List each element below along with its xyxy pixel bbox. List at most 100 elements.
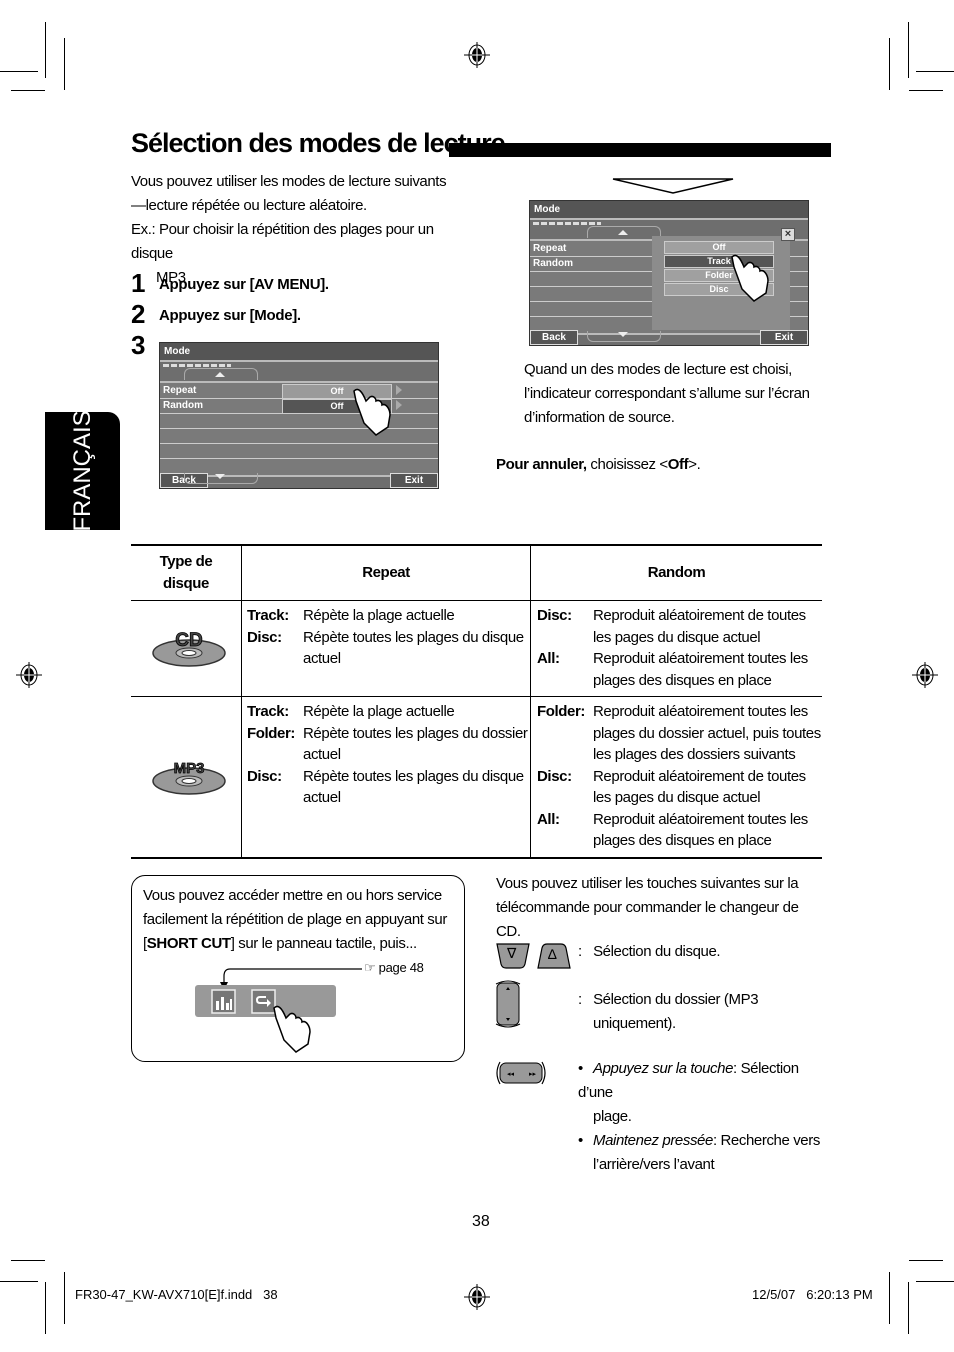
intro-line: Vous pouvez utiliser les modes de lectur… (131, 173, 447, 190)
mode-table: Type de disque Repeat Random CD Track: Ré… (131, 544, 822, 859)
pointing-hand-icon (273, 1005, 311, 1053)
header-repeat: Repeat (242, 546, 531, 600)
table-header-row: Type de disque Repeat Random (131, 546, 822, 601)
footer-filename: FR30-47_KW-AVX710[E]f.indd 38 (75, 1287, 278, 1302)
crop-mark (916, 71, 954, 72)
table-row: CD Track: Répète la plage actuelle Disc: R… (131, 601, 822, 697)
intro-text: Vous pouvez utiliser les modes de lectur… (131, 170, 471, 290)
back-button[interactable]: Back (530, 330, 578, 345)
repeat-cell: Track: Répète la plage actuelle Disc: Répè… (242, 601, 531, 696)
step-number: 1 (131, 268, 146, 298)
disc-label: CD (175, 630, 202, 651)
random-entry: Disc: Reproduit aléatoirement de toutes l… (537, 767, 806, 807)
table-row: MP3 Track: Répète la plage actuelle Folde… (131, 697, 822, 857)
bullet-item: • Maintenez pressée: Recherche vers (578, 1132, 820, 1149)
cancel-label: Pour annuler, (496, 456, 587, 473)
scroll-down-button[interactable] (184, 473, 258, 484)
random-cell: Disc: Reproduit aléatoirement de toutes l… (531, 601, 822, 696)
crop-mark (45, 1282, 46, 1334)
crop-mark (0, 1281, 38, 1282)
up-arrow-icon (618, 230, 628, 235)
pointing-hand-icon (731, 254, 769, 302)
exit-button[interactable]: Exit (760, 330, 808, 345)
crop-mark (909, 90, 943, 91)
repeat-entry: Disc: Répète toutes les plages du disque … (247, 767, 524, 807)
language-label: FRANÇAIS (68, 410, 96, 532)
bullet-item: • Appuyez sur la touche: Sélection d’une (578, 1060, 799, 1101)
cancel-note: Pour annuler, choisissez <Off>. (496, 456, 701, 473)
screen-dash-indicator (533, 222, 601, 225)
intro-line: —lecture répétée ou lecture aléatoire. (131, 197, 367, 214)
registration-mark-icon (464, 42, 490, 68)
up-arrow-icon (215, 372, 225, 377)
random-entry: Disc: Reproduit aléatoirement de toutes l… (537, 607, 806, 646)
registration-mark-icon (912, 662, 938, 688)
random-entry: Folder: Reproduit aléatoirement toutes le… (537, 703, 821, 763)
disc-label: MP3 (174, 760, 205, 777)
tip-text: Vous pouvez accéder mettre en ou hors se… (143, 884, 463, 956)
step-text: Appuyez sur [AV MENU]. (159, 276, 329, 293)
crop-mark (11, 1260, 45, 1261)
disc-type-cell: CD (131, 601, 242, 696)
crop-mark (908, 22, 909, 78)
scroll-up-button[interactable] (184, 368, 258, 380)
disc-type-cell: MP3 (131, 697, 242, 857)
note-line: Quand un des modes de lecture est choisi… (524, 361, 792, 378)
registration-mark-icon (464, 1284, 490, 1310)
down-arrow-icon (618, 332, 628, 337)
header-disc-type: Type de disque (131, 546, 242, 600)
pointing-hand-icon (353, 388, 391, 436)
title-rule (449, 143, 831, 157)
page-number: 38 (472, 1213, 490, 1230)
crop-mark (64, 38, 65, 90)
svg-text:▸▸: ▸▸ (529, 1071, 537, 1078)
folder-select-text: : Sélection du dossier (MP3 uniquement). (578, 991, 759, 1032)
note-line: l’indicateur correspondant s’allume sur … (524, 385, 810, 402)
equalizer-button-icon[interactable] (211, 989, 236, 1014)
random-cell: Folder: Reproduit aléatoirement toutes le… (531, 697, 822, 857)
crop-mark (908, 1282, 909, 1334)
crop-mark (889, 38, 890, 90)
scroll-down-button[interactable] (587, 331, 661, 342)
cd-disc-icon: CD (152, 630, 226, 667)
tip-line: Vous pouvez accéder mettre en ou hors se… (143, 887, 442, 904)
screen-dash-indicator (163, 364, 231, 367)
header-random: Random (647, 564, 706, 581)
close-icon[interactable]: × (781, 228, 795, 241)
crop-mark (11, 90, 45, 91)
crop-mark (45, 22, 46, 78)
repeat-entry: Track: Répète la plage actuelle (247, 703, 455, 720)
crop-mark (916, 1281, 954, 1282)
step-number: 2 (131, 299, 146, 329)
folder-select-button-icon (495, 980, 521, 1028)
empty-row (160, 443, 438, 459)
footer-timestamp: 12/5/07 6:20:13 PM (752, 1287, 873, 1302)
intro-example: Ex.: Pour choisir la répétition des plag… (131, 221, 434, 262)
shortcut-tip-box: Vous pouvez accéder mettre en ou hors se… (131, 875, 465, 1062)
track-select-text: • Appuyez sur la touche: Sélection d’une … (578, 1057, 828, 1177)
remote-intro-line: télécommande pour commander le changeur … (496, 899, 799, 940)
disc-select-text: : Sélection du disque. (578, 943, 721, 960)
exit-button[interactable]: Exit (390, 473, 438, 488)
tip-line: facilement la répétition de plage en app… (143, 911, 447, 928)
random-entry: All: Reproduit aléatoirement toutes les p… (537, 810, 808, 850)
crop-mark (889, 1272, 890, 1324)
repeat-cell: Track: Répète la plage actuelle Folder: Ré… (242, 697, 531, 857)
tip-line: [SHORT CUT] sur le panneau tactile, puis… (143, 935, 417, 952)
short-cut-label: SHORT CUT (146, 935, 231, 952)
scroll-up-button[interactable] (587, 226, 661, 238)
remote-intro-line: Vous pouvez utiliser les touches suivant… (496, 875, 799, 892)
screen-header: Mode (160, 343, 438, 362)
random-entry: All: Reproduit aléatoirement toutes les p… (537, 650, 808, 689)
down-glyph: ∇ (507, 945, 517, 961)
crop-mark (64, 1272, 65, 1324)
remote-intro: Vous pouvez utiliser les touches suivant… (496, 872, 826, 944)
up-glyph: ∆ (548, 946, 557, 962)
mode-screen-options: Mode Repeat Random Back Exit Off Track F… (529, 200, 809, 346)
step-text: Appuyez sur [Mode]. (159, 307, 301, 324)
screen-header: Mode (530, 201, 808, 220)
mode-note: Quand un des modes de lecture est choisi… (524, 358, 824, 430)
note-line: d’information de source. (524, 409, 675, 426)
down-arrow-icon (215, 474, 225, 479)
page-reference: ☞ page 48 (364, 960, 424, 975)
